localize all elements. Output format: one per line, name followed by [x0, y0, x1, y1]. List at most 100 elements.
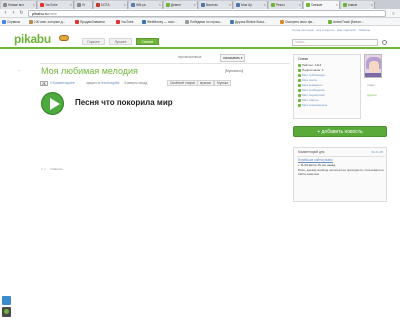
- browser-tab-active[interactable]: Свежие ×: [304, 1, 340, 9]
- browser-tab[interactable]: новые ×: [341, 1, 375, 9]
- user-link[interactable]: мои подписки: [337, 28, 356, 32]
- reload-icon[interactable]: ↻: [18, 10, 25, 17]
- post-title[interactable]: Моя любимая мелодия: [41, 66, 138, 76]
- tag[interactable]: Своё/моё старое: [167, 80, 199, 86]
- close-icon[interactable]: ×: [33, 1, 35, 9]
- row-label: Мои сохранённые: [302, 103, 328, 107]
- close-icon[interactable]: ×: [194, 1, 196, 9]
- avatar-action[interactable]: друзья: [367, 93, 376, 97]
- bookmark-item[interactable]: WebMoney — сист...: [142, 19, 177, 25]
- play-button[interactable]: [41, 92, 64, 115]
- post-rating[interactable]: +: [14, 68, 24, 73]
- browser-tab[interactable]: WB:ра ×: [129, 1, 163, 9]
- browser-tab[interactable]: Мои Ау ×: [234, 1, 268, 9]
- divider: [40, 63, 290, 64]
- link-icon: [298, 83, 301, 87]
- url-path: /new: [48, 11, 57, 16]
- sidebar-link[interactable]: Мои сообщения: [298, 88, 324, 92]
- forward-arrow-icon[interactable]: ›: [10, 10, 17, 17]
- nav-tab-hot[interactable]: Горячее: [82, 38, 105, 45]
- reply-link[interactable]: Ответить: [50, 167, 63, 171]
- bookmark-item[interactable]: AnimeTrack [Белоп...: [328, 19, 363, 25]
- comment-text: Блин, адемку вообще пытаться не приходит…: [298, 168, 384, 176]
- youtube-icon: [116, 20, 120, 24]
- filter-viewed[interactable]: просмотренные: [178, 54, 201, 60]
- row-label: Мои сообщения: [302, 88, 325, 92]
- sidebar-link[interactable]: Мои ответы: [298, 98, 318, 102]
- browser-tab[interactable]: YouTube ×: [38, 1, 74, 9]
- browser-tab[interactable]: Рекло ×: [269, 1, 303, 9]
- search-icon[interactable]: [382, 40, 387, 45]
- vote-arrows-icon[interactable]: ∧ ∨: [41, 167, 46, 171]
- close-icon[interactable]: ×: [159, 1, 161, 9]
- link-icon: [298, 73, 301, 77]
- stat-icon: [298, 63, 301, 67]
- browser-tab[interactable]: Вконтак ×: [199, 1, 233, 9]
- avatar-action[interactable]: отмет: [367, 83, 376, 87]
- bookmark-item[interactable]: Друзья Blinkie Buna...: [230, 19, 267, 25]
- bookmark-item[interactable]: Смотреть кино фи...: [280, 19, 315, 25]
- tag[interactable]: музыка: [197, 80, 214, 86]
- sidebar-link[interactable]: Мои публикации: [298, 73, 325, 77]
- sidebar-link[interactable]: Мои комменты: [298, 83, 323, 87]
- bookmark-label: Друзья Blinkie Buna...: [235, 20, 267, 24]
- browser-tab[interactable]: DOTA ×: [94, 1, 128, 9]
- bookmarks-bar: Сервисы 100 книг, которые д... ПродаюЗна…: [0, 18, 400, 26]
- app-icon[interactable]: [2, 296, 11, 305]
- posted-label: прицел от: [86, 81, 101, 85]
- bookmark-item[interactable]: ПродаюЗнамели: [75, 19, 105, 25]
- box-date[interactable]: 31.01.05: [371, 150, 383, 154]
- post-source-link[interactable]: [Мультик.ru]: [225, 69, 243, 73]
- bookmark-label: Победимо по страш...: [190, 20, 223, 24]
- close-icon[interactable]: ×: [371, 1, 373, 9]
- sidebar-link[interactable]: Моя лента: [298, 78, 317, 82]
- row-label: Мои публикации: [302, 73, 325, 77]
- nav-tab-new[interactable]: Свежее: [136, 38, 159, 45]
- comment-count-badge[interactable]: 28: [40, 81, 48, 86]
- search-input[interactable]: поиск...: [292, 39, 378, 46]
- author-link[interactable]: Hardmegaffa: [101, 80, 119, 87]
- browser-tab[interactable]: Новые вкл ×: [1, 1, 37, 9]
- username[interactable]: Олеян: [298, 57, 308, 61]
- bookmark-label: 100 книг, которые д...: [34, 20, 66, 24]
- close-icon[interactable]: ×: [124, 1, 126, 9]
- bookmark-item[interactable]: Победимо по страш...: [185, 19, 222, 25]
- back-arrow-icon[interactable]: ‹: [2, 10, 9, 17]
- comments-link[interactable]: 0 Комментариев: [50, 80, 74, 87]
- browser-tab[interactable]: Ут: [75, 1, 93, 9]
- user-link[interactable]: Помощь: [359, 28, 371, 32]
- menu-icon[interactable]: ≡: [390, 10, 397, 17]
- tab-label: Мои Ау: [241, 3, 252, 7]
- user-link[interactable]: Сетка пестеров: [292, 28, 314, 32]
- close-icon[interactable]: ×: [299, 1, 301, 9]
- filter-show-dropdown[interactable]: показывать ▾: [220, 54, 246, 62]
- close-icon[interactable]: ×: [336, 1, 338, 9]
- address-bar[interactable]: pikabu.ru/new: [28, 10, 386, 17]
- bookmark-favicon-icon: [75, 20, 79, 24]
- add-news-button[interactable]: + добавить новость: [293, 126, 387, 137]
- post-time: 3 минуты назад: [124, 81, 148, 85]
- tab-label: Демен: [171, 3, 181, 7]
- nav-tab-best[interactable]: Лучшее: [109, 38, 132, 45]
- close-icon[interactable]: ×: [70, 1, 72, 9]
- close-icon[interactable]: ×: [229, 1, 231, 9]
- bookmark-item[interactable]: Сервисы: [2, 19, 20, 25]
- user-link[interactable]: ник и пароль: [316, 28, 334, 32]
- app-icon[interactable]: [2, 307, 11, 317]
- song-title: Песня что покорила мир: [75, 98, 173, 107]
- bookmark-favicon-icon: [142, 20, 146, 24]
- row-label: Мои комменты: [302, 83, 323, 87]
- bookmark-item[interactable]: 100 книг, которые д...: [29, 19, 65, 25]
- tab-label: Свежие: [311, 3, 323, 7]
- sidebar-link[interactable]: Мои подписчики: [298, 93, 325, 97]
- comment-post-link[interactable]: Новейшие сайта pikabu: [298, 158, 333, 162]
- favicon-icon: [77, 3, 81, 7]
- row-label: Моя лента: [302, 78, 317, 82]
- close-icon[interactable]: ×: [264, 1, 266, 9]
- tag[interactable]: Мульки: [214, 80, 231, 86]
- bookmark-item[interactable]: YouTube: [116, 19, 134, 25]
- sidebar-link[interactable]: Мои сохранённые: [298, 103, 327, 107]
- avatar[interactable]: [364, 54, 382, 78]
- favicon-icon: [343, 3, 347, 7]
- browser-tab[interactable]: Демен ×: [164, 1, 198, 9]
